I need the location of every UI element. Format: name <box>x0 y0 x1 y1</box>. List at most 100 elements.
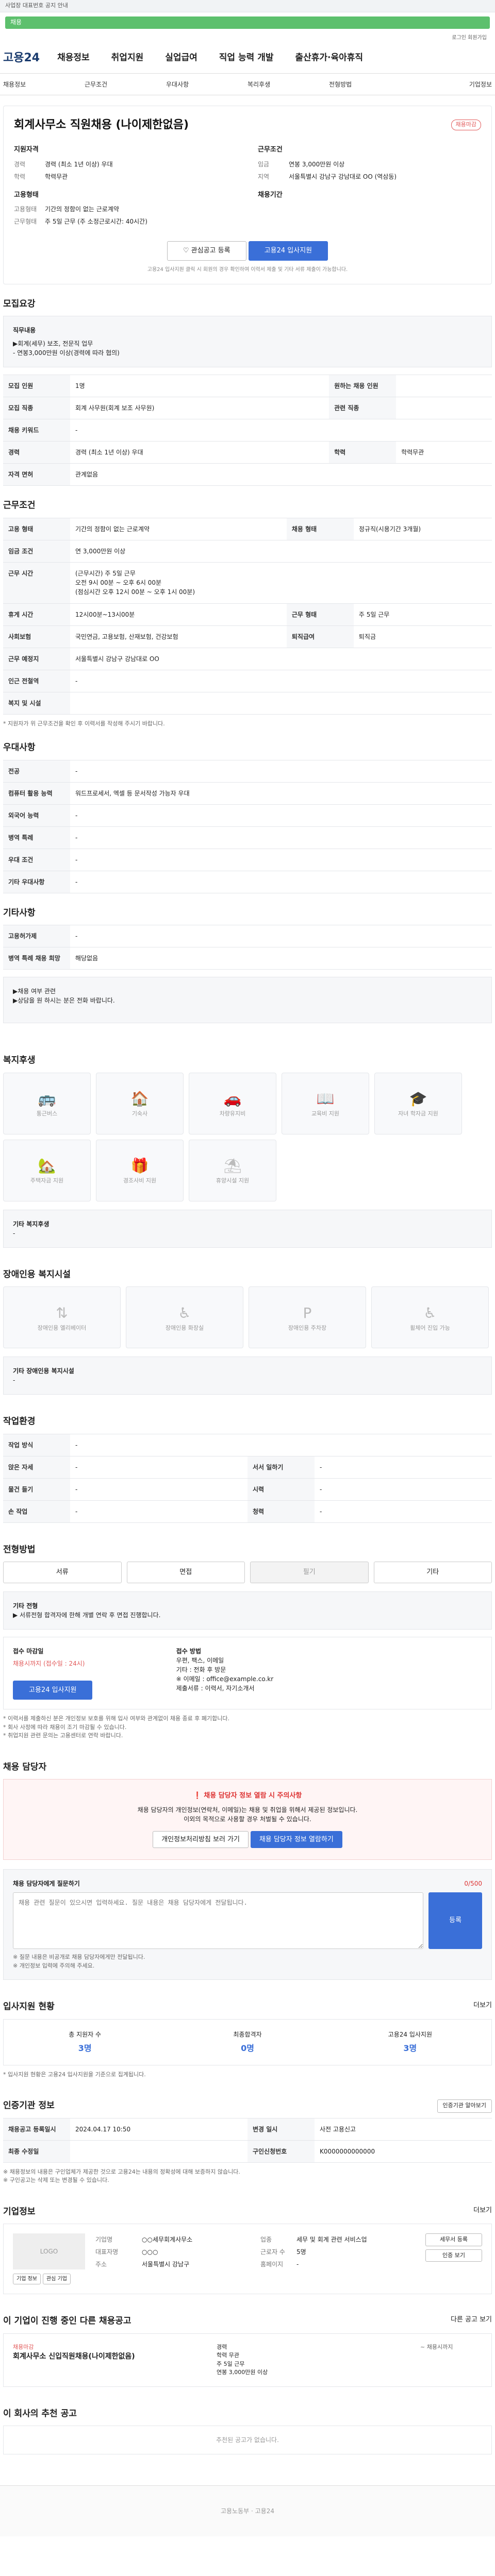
site-logo[interactable]: 고용24 <box>3 49 40 66</box>
section-title: 이 기업이 진행 중인 다른 채용공고 <box>3 2316 131 2326</box>
stat: 총 지원자 수 3명 <box>4 2020 166 2065</box>
td: - <box>315 1500 492 1523</box>
tile-label: 경조사비 지원 <box>123 1177 157 1184</box>
stat: 최종합격자 0명 <box>166 2020 328 2065</box>
td: 워드프로세서, 엑셀 등 문서작성 가능자 우대 <box>70 782 492 805</box>
nav-item-support[interactable]: 취업지원 <box>111 52 144 65</box>
tile-label: 자녀 학자금 지원 <box>398 1110 438 1117</box>
th: 외국어 능력 <box>3 804 70 827</box>
qna-box: 채용 담당자에게 질문하기 0/500 등록 ※ 질문 내용은 비공개로 채용 담… <box>3 1869 492 1980</box>
td: - <box>70 1455 248 1479</box>
disabled-grid: ⇅ 장애인용 엘리베이터 ♿ 장애인용 화장실 P 장애인용 주차장 ♿ 휠체어 진입 … <box>3 1286 492 1348</box>
tile-label: 장애인용 화장실 <box>165 1324 204 1331</box>
other-job-card[interactable]: 채용마감 회계사무소 신입직원채용(나이제한없음) 경력 학력 무관 주 5일 … <box>3 2333 492 2387</box>
duty-line: ▶회계(세무) 보조, 전문직 업무 <box>13 340 93 347</box>
th: 물건 들기 <box>3 1478 70 1501</box>
bus-icon: 🚌 <box>38 1090 56 1108</box>
th: 사회보험 <box>3 625 70 648</box>
fav-company-button[interactable]: 관심 기업 <box>42 2274 71 2284</box>
td: - <box>70 759 492 783</box>
apply-button[interactable]: 고용24 입사지원 <box>248 241 328 261</box>
question-input[interactable] <box>13 1892 424 1949</box>
work-table: 작업 방식 - 앉은 자세 - 서서 일하기 - 물건 들기 - 시력 - 손 작업 - 청력 - <box>3 1433 492 1523</box>
nav-item-jobs[interactable]: 채용정보 <box>57 52 90 65</box>
section-title: 근무조건 <box>3 500 36 511</box>
field-value: ○○세무회계사무소 <box>142 2236 193 2243</box>
td: - <box>70 419 492 442</box>
tab-jobinfo[interactable]: 채용정보 <box>3 80 85 89</box>
recruiter-alert: ❗ 채용 담당자 정보 열람 시 주의사항 채용 담당자의 개인정보(연락처, … <box>3 1779 492 1860</box>
view-recruiter-button[interactable]: 채용 담당자 정보 열람하기 <box>250 1831 342 1848</box>
tab-company[interactable]: 기업정보 <box>410 80 492 89</box>
td: 2024.04.17 10:50 <box>70 2117 248 2141</box>
submit-question-button[interactable]: 등록 <box>428 1892 482 1949</box>
stats-note: * 입사지원 현황은 고용24 입사지원을 기준으로 집계됩니다. <box>3 2071 146 2078</box>
more-link[interactable]: 다른 공고 보기 <box>451 2315 492 2328</box>
etc-box: ▶채용 여부 관련 ▶상담을 원 하시는 분은 전화 바랍니다. <box>3 977 492 1023</box>
deadline-label: 접수 마감일 <box>13 1647 44 1655</box>
th: 병역 특례 <box>3 826 70 849</box>
wheelchair-icon: ♿ <box>423 1304 437 1321</box>
company-box: LOGO 기업 정보 관심 기업 기업명 ○○세무회계사무소 업종 세무 및 회계 관… <box>3 2224 492 2294</box>
apply-button-2[interactable]: 고용24 입사지원 <box>13 1680 93 1700</box>
note-line: ※ 구인공고는 삭제 또는 변경될 수 있습니다. <box>3 2177 109 2183</box>
disabled-extra: 기타 장애인용 복지시설 - <box>3 1357 492 1395</box>
more-link[interactable]: 더보기 <box>473 2206 492 2219</box>
cap-icon: 🎓 <box>409 1090 427 1108</box>
save-job-button[interactable]: ♡ 관심공고 등록 <box>167 241 246 261</box>
company-info-button[interactable]: 기업 정보 <box>13 2274 41 2284</box>
tab-welfare[interactable]: 복리후생 <box>248 80 329 89</box>
heart-icon: ♡ <box>183 247 191 255</box>
nav-item-benefit[interactable]: 실업급여 <box>165 52 197 65</box>
cert-button[interactable]: 인증기관 알아보기 <box>437 2099 492 2113</box>
td: - <box>70 1433 492 1456</box>
td: - <box>70 1500 248 1523</box>
section-title: 장애인용 복지시설 <box>3 1269 71 1280</box>
deadline-value: 채용시까지 (접수일 : 24시) <box>13 1659 85 1667</box>
section-title: 복지후생 <box>3 1055 36 1065</box>
disabled-tile: ♿ 장애인용 화장실 <box>126 1286 243 1348</box>
field-value: 서울특별시 강남구 <box>142 2261 190 2268</box>
method-step: 필기 <box>250 1562 369 1583</box>
cert-view-button[interactable]: 인증 보기 <box>425 2249 482 2262</box>
company-logo: LOGO <box>13 2233 85 2269</box>
nav-item-training[interactable]: 직업 능력 개발 <box>219 52 274 65</box>
method-notes: * 이력서를 제출하신 분은 개인정보 보호를 위해 입사 여부와 관계없이 채… <box>3 1715 492 1740</box>
nav-item-leave[interactable]: 출산휴가·육아휴직 <box>295 52 363 65</box>
td <box>70 691 492 715</box>
restroom-icon: ♿ <box>178 1304 191 1321</box>
info-table: 채용공고 등록일시 2024.04.17 10:50 변경 일시 사전 고용신고 최종… <box>3 2117 492 2163</box>
stat-label: 고용24 입사지원 <box>388 2030 432 2038</box>
td: - <box>70 1478 248 1501</box>
house-icon: 🏡 <box>38 1157 56 1175</box>
welfare-tile: 🚗 차량유지비 <box>189 1072 276 1134</box>
stat: 고용24 입사지원 3명 <box>329 2020 491 2065</box>
banner[interactable]: 채용 <box>5 16 490 29</box>
tab-method[interactable]: 전형방법 <box>329 80 410 89</box>
method-step: 기타 <box>373 1562 492 1583</box>
tax-office-button[interactable]: 세무서 등록 <box>425 2233 482 2246</box>
other-job-title[interactable]: 회계사무소 신입직원채용(나이제한없음) <box>13 2351 206 2362</box>
th: 근무 형태 <box>286 603 354 626</box>
field-label: 업종 <box>260 2236 272 2243</box>
more-link[interactable]: 더보기 <box>473 2001 492 2014</box>
th: 원하는 채용 인원 <box>329 375 397 397</box>
privacy-button[interactable]: 개인정보처리방침 보러 가기 <box>153 1831 249 1848</box>
method-step: 면접 <box>126 1562 245 1583</box>
td: 1명 <box>70 375 329 397</box>
etc-line: ▶상담을 원 하시는 분은 전화 바랍니다. <box>13 997 115 1004</box>
td: 12시00분~13시00분 <box>70 603 287 626</box>
section-title: 기업정보 <box>3 2206 36 2217</box>
job-date: ~ 채용시까지 <box>420 2343 453 2350</box>
field-value: 세무 및 회계 관련 서비스업 <box>296 2236 367 2243</box>
th: 휴게 시간 <box>3 603 70 626</box>
util-menu[interactable]: 로그인 회원가입 <box>0 33 495 43</box>
td: 해당없음 <box>70 947 492 970</box>
section-title: 이 회사의 추천 공고 <box>3 2408 77 2419</box>
section-title: 전형방법 <box>3 1544 36 1555</box>
tab-preferences[interactable]: 우대사항 <box>166 80 248 89</box>
note-line: ※ 채용정보의 내용은 구인업체가 제공한 것으로 고용24는 내용의 정확성에… <box>3 2168 240 2175</box>
tab-conditions[interactable]: 근무조건 <box>85 80 166 89</box>
field-label: 근무형태 <box>14 218 37 225</box>
stat-label: 총 지원자 수 <box>69 2030 102 2038</box>
